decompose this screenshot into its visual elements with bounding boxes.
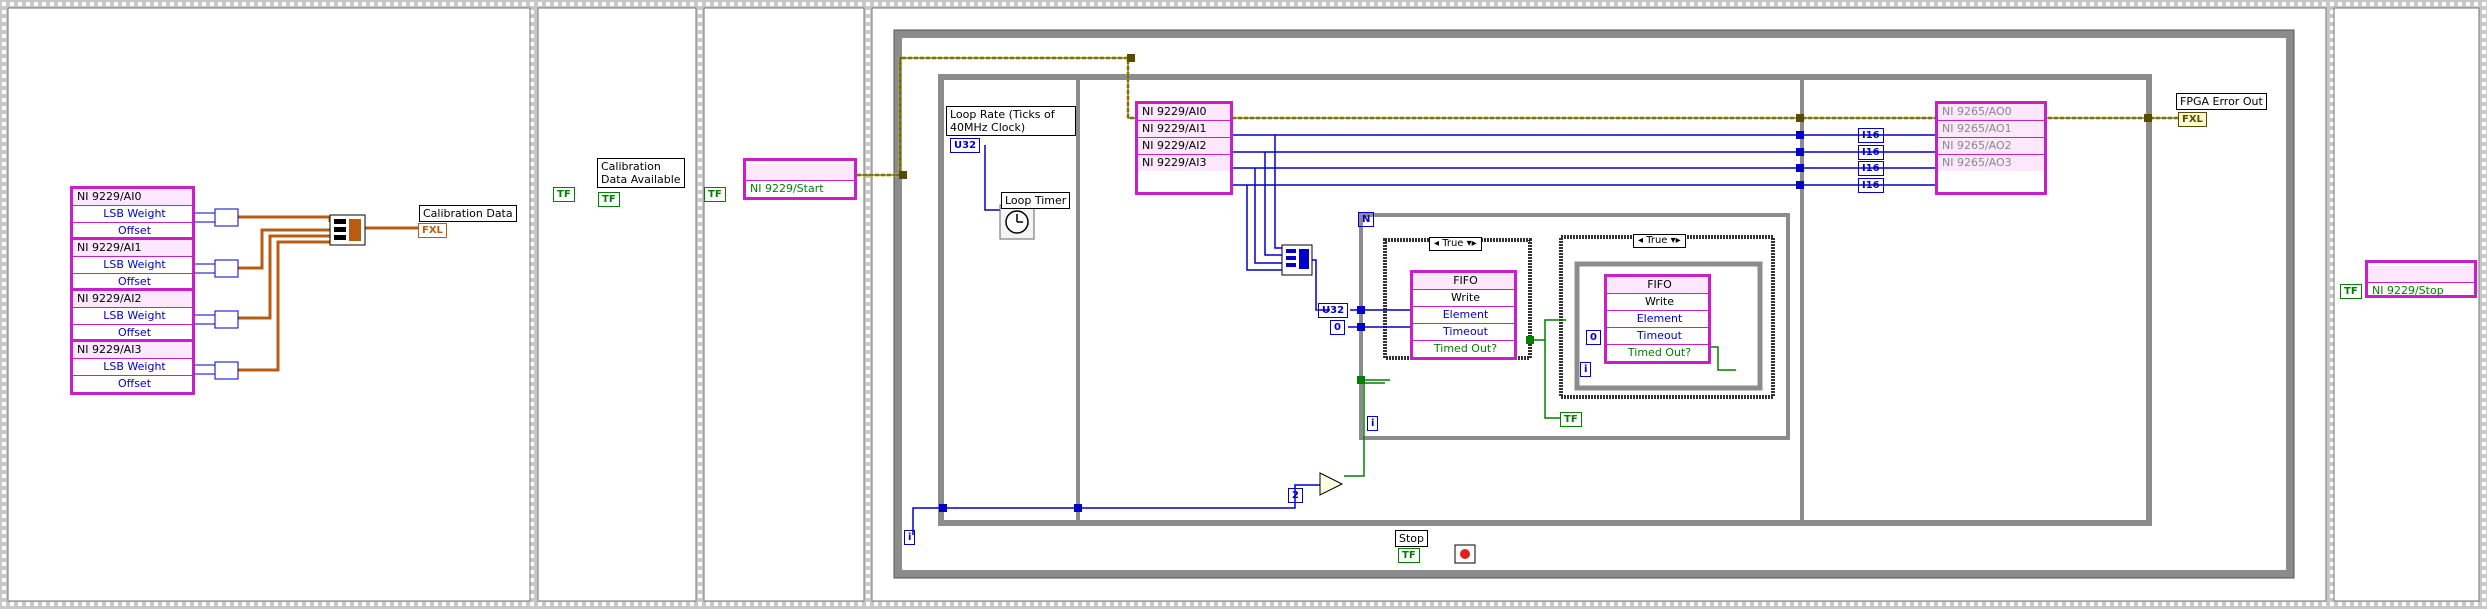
ai3-offset: Offset	[117, 377, 152, 390]
fifo-inner-timedout: Timed Out?	[1627, 346, 1692, 359]
case-outer-selector[interactable]: ◂ True ▾▸	[1429, 237, 1482, 251]
loop-timer-icon[interactable]	[999, 204, 1035, 240]
bundle-icon	[329, 214, 366, 246]
ai3-name: NI 9229/AI3	[73, 342, 192, 359]
true-constant-3[interactable]: TF	[1560, 412, 1582, 427]
fifo-outer-timeout: Timeout	[1413, 324, 1514, 341]
start-node-title	[746, 164, 854, 181]
fifo-outer-write: Write	[1413, 290, 1514, 307]
true-constant-2[interactable]: TF	[704, 187, 726, 202]
ai-io-2: NI 9229/AI2	[1138, 138, 1230, 155]
ai1-property-node[interactable]: NI 9229/AI1 LSB Weight Offset	[70, 237, 195, 293]
fifo-inner-write: Write	[1607, 294, 1708, 311]
ao-io-0: NI 9265/AO0	[1938, 104, 2044, 121]
to-i16-0: I16	[1858, 128, 1884, 143]
zero-constant-1[interactable]: 0	[1330, 320, 1345, 335]
outer-iteration-terminal: i	[904, 530, 916, 545]
start-node-label: NI 9229/Start	[750, 182, 824, 195]
loop-rate-control[interactable]: U32	[950, 138, 981, 153]
fifo-write-node-inner[interactable]: FIFO Write Element Timeout Timed Out?	[1604, 274, 1711, 364]
fifo-outer-timedout: Timed Out?	[1433, 342, 1498, 355]
ai-io-1: NI 9229/AI1	[1138, 121, 1230, 138]
fpga-error-out-indicator[interactable]: FXL	[2178, 112, 2207, 127]
case-outer-value: True	[1442, 238, 1464, 249]
to-i16-2: I16	[1858, 161, 1884, 176]
case-inner-selector[interactable]: ◂ True ▾▸	[1633, 234, 1686, 248]
fifo-inner-element: Element	[1607, 311, 1708, 328]
ao-io-node[interactable]: NI 9265/AO0 NI 9265/AO1 NI 9265/AO2 NI 9…	[1935, 101, 2047, 195]
case-iteration-terminal: i	[1580, 362, 1592, 377]
ai1-name: NI 9229/AI1	[73, 240, 192, 257]
fifo-inner-timeout: Timeout	[1607, 328, 1708, 345]
ai0-lsb: LSB Weight	[73, 206, 192, 223]
ai-io-node[interactable]: NI 9229/AI0 NI 9229/AI1 NI 9229/AI2 NI 9…	[1135, 101, 1233, 195]
ao-io-1: NI 9265/AO1	[1938, 121, 2044, 138]
ai2-name: NI 9229/AI2	[73, 291, 192, 308]
calibration-data-label: Calibration Data	[419, 205, 517, 222]
ai2-lsb: LSB Weight	[73, 308, 192, 325]
zero-constant-2[interactable]: 0	[1586, 330, 1601, 345]
to-i16-3: I16	[1858, 178, 1884, 193]
stop-node-label: NI 9229/Stop	[2372, 284, 2444, 297]
ai3-property-node[interactable]: NI 9229/AI3 LSB Weight Offset	[70, 339, 195, 395]
calibration-available-label: Calibration Data Available	[597, 158, 685, 188]
start-method-node[interactable]: NI 9229/Start	[743, 158, 857, 200]
case-inner-value: True	[1646, 235, 1668, 246]
block-diagram	[0, 0, 2487, 609]
inner-iteration-terminal: i	[1367, 416, 1379, 431]
stop-label: Stop	[1395, 530, 1429, 547]
two-constant[interactable]: 2	[1288, 488, 1303, 503]
ai3-lsb: LSB Weight	[73, 359, 192, 376]
ai1-lsb: LSB Weight	[73, 257, 192, 274]
true-constant-4[interactable]: TF	[2340, 284, 2362, 299]
u32-conversion: U32	[1318, 303, 1349, 318]
fifo-inner-title: FIFO	[1607, 277, 1708, 294]
fifo-write-node-outer[interactable]: FIFO Write Element Timeout Timed Out?	[1410, 270, 1517, 360]
true-constant-1[interactable]: TF	[553, 187, 575, 202]
ao-io-2: NI 9265/AO2	[1938, 138, 2044, 155]
stop-method-node[interactable]: NI 9229/Stop	[2365, 260, 2477, 298]
to-i16-1: I16	[1858, 145, 1884, 160]
stop-control[interactable]: TF	[1398, 548, 1420, 563]
build-array-icon	[1281, 244, 1313, 276]
ai0-property-node[interactable]: NI 9229/AI0 LSB Weight Offset	[70, 186, 195, 242]
fifo-outer-title: FIFO	[1413, 273, 1514, 290]
calibration-available-indicator[interactable]: TF	[598, 192, 620, 207]
loop-rate-label: Loop Rate (Ticks of 40MHz Clock)	[946, 106, 1076, 136]
fifo-outer-element: Element	[1413, 307, 1514, 324]
loop-timer-label: Loop Timer	[1001, 192, 1071, 209]
calibration-data-indicator[interactable]: FXL	[418, 223, 447, 238]
stop-node-title	[2368, 266, 2474, 283]
ai0-name: NI 9229/AI0	[73, 189, 192, 206]
flat-sequence-structure	[0, 0, 2487, 609]
ai-io-3: NI 9229/AI3	[1138, 155, 1230, 171]
fpga-error-out-label: FPGA Error Out	[2176, 93, 2267, 110]
ao-io-3: NI 9265/AO3	[1938, 155, 2044, 171]
ai-io-0: NI 9229/AI0	[1138, 104, 1230, 121]
loop-count-terminal: N	[1358, 212, 1375, 227]
ai2-property-node[interactable]: NI 9229/AI2 LSB Weight Offset	[70, 288, 195, 344]
stop-button-icon[interactable]	[1454, 544, 1476, 564]
